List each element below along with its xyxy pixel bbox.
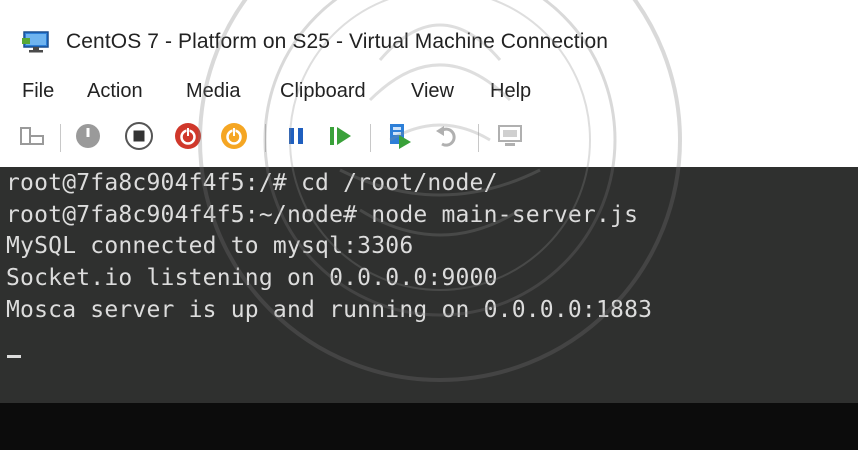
- terminal-line: Socket.io listening on 0.0.0.0:9000: [6, 265, 498, 291]
- menu-action[interactable]: Action: [87, 80, 143, 103]
- terminal-line: root@7fa8c904f4f5:~/node# node main-serv…: [6, 202, 639, 228]
- enhanced-session-icon[interactable]: [494, 120, 526, 152]
- shutdown-icon[interactable]: [172, 120, 204, 152]
- toolbar-separator: [478, 124, 479, 152]
- toolbar-separator: [60, 124, 61, 152]
- menu-media[interactable]: Media: [186, 80, 240, 103]
- menu-file[interactable]: File: [22, 80, 54, 103]
- toolbar: [0, 114, 858, 160]
- terminal-line: root@7fa8c904f4f5:/# cd /root/node/: [6, 170, 498, 196]
- console-bottom-area[interactable]: [0, 403, 858, 450]
- ctrl-alt-del-icon[interactable]: [16, 120, 48, 152]
- terminal-line: Mosca server is up and running on 0.0.0.…: [6, 297, 653, 323]
- reset-icon[interactable]: [325, 120, 357, 152]
- save-state-icon[interactable]: [218, 120, 250, 152]
- toolbar-separator: [370, 124, 371, 152]
- checkpoint-icon[interactable]: [384, 120, 416, 152]
- start-icon[interactable]: [72, 120, 104, 152]
- menu-bar: File Action Media Clipboard View Help: [0, 78, 858, 110]
- menu-view[interactable]: View: [411, 80, 454, 103]
- window-title: CentOS 7 - Platform on S25 - Virtual Mac…: [66, 30, 609, 53]
- turn-off-icon[interactable]: [123, 120, 155, 152]
- terminal-line: MySQL connected to mysql:3306: [6, 233, 414, 259]
- menu-help[interactable]: Help: [490, 80, 531, 103]
- menu-clipboard[interactable]: Clipboard: [280, 80, 366, 103]
- toolbar-separator: [265, 124, 266, 152]
- vm-monitor-icon: [22, 30, 52, 54]
- title-bar: CentOS 7 - Platform on S25 - Virtual Mac…: [0, 0, 858, 78]
- pause-icon[interactable]: [280, 120, 312, 152]
- revert-icon[interactable]: [430, 120, 462, 152]
- terminal-cursor: [7, 355, 21, 358]
